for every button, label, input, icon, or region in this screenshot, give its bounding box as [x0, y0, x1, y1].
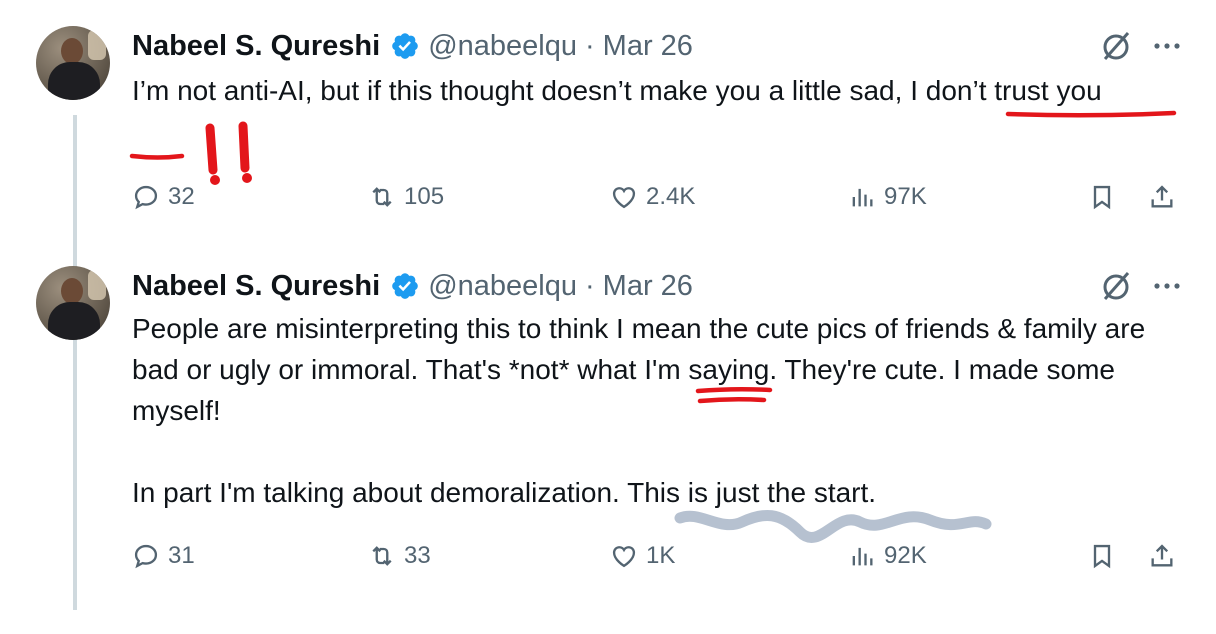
like-icon	[612, 187, 636, 209]
repost-button[interactable]: 33	[368, 536, 431, 576]
repost-icon	[372, 187, 392, 207]
tweet-2[interactable]: Nabeel S. Qureshi @nabeelqu · Mar 26 Peo…	[0, 240, 1216, 634]
tweet-actions: 32 105 2.4K 97K	[132, 177, 1182, 217]
grok-icon[interactable]	[1098, 28, 1134, 64]
avatar[interactable]	[36, 26, 110, 100]
share-icon	[1151, 185, 1173, 208]
repost-button[interactable]: 105	[368, 177, 444, 217]
like-count: 1K	[646, 542, 676, 569]
share-icon	[1151, 544, 1173, 567]
bookmark-button[interactable]	[1088, 177, 1116, 217]
tweet-actions: 31 33 1K 92K	[132, 536, 1182, 576]
verified-badge-icon	[392, 33, 419, 59]
avatar[interactable]	[36, 266, 110, 340]
tweet-text: I’m not anti-AI, but if this thought doe…	[132, 70, 1192, 111]
reply-button[interactable]: 31	[132, 536, 195, 576]
tweet-1[interactable]: Nabeel S. Qureshi @nabeelqu · Mar 26 I’m…	[0, 0, 1216, 240]
repost-count: 105	[404, 183, 445, 210]
reply-icon	[134, 185, 158, 210]
reply-icon	[134, 544, 158, 569]
more-icon[interactable]	[1152, 271, 1182, 301]
author-name[interactable]: Nabeel S. Qureshi	[132, 30, 380, 63]
like-icon	[612, 546, 636, 568]
tweet-text: People are misinterpreting this to think…	[132, 308, 1192, 513]
tweet-header: Nabeel S. Qureshi @nabeelqu · Mar 26	[132, 26, 693, 66]
tweet-date[interactable]: Mar 26	[603, 270, 693, 303]
views-count: 97K	[884, 183, 927, 210]
like-count: 2.4K	[646, 183, 696, 210]
bookmark-button[interactable]	[1088, 536, 1116, 576]
tweet-date[interactable]: Mar 26	[603, 30, 693, 63]
separator-dot: ·	[584, 269, 595, 302]
tweet-text-emphasis: I don’t trust	[910, 75, 1049, 106]
bookmark-icon	[1093, 185, 1111, 210]
tweet-top-icons	[1098, 266, 1182, 306]
author-handle[interactable]: @nabeelqu	[428, 270, 577, 303]
share-button[interactable]	[1148, 177, 1176, 217]
tweet-text-part: I’m not anti-AI, but if this thought doe…	[132, 75, 911, 106]
reply-count: 31	[168, 542, 195, 569]
more-icon[interactable]	[1152, 31, 1182, 61]
tweet-header: Nabeel S. Qureshi @nabeelqu · Mar 26	[132, 266, 693, 306]
repost-icon	[372, 546, 392, 566]
grok-icon[interactable]	[1098, 268, 1134, 304]
share-button[interactable]	[1148, 536, 1176, 576]
author-name[interactable]: Nabeel S. Qureshi	[132, 270, 380, 303]
reply-button[interactable]: 32	[132, 177, 195, 217]
tweet-text-part: In part I'm talking about demoralization…	[132, 477, 877, 508]
like-button[interactable]: 2.4K	[610, 177, 695, 217]
views-count: 92K	[884, 542, 927, 569]
reply-count: 32	[168, 183, 195, 210]
tweet-text-emphasis: you	[1056, 75, 1102, 106]
views-icon	[852, 547, 873, 566]
like-button[interactable]: 1K	[610, 536, 675, 576]
verified-badge-icon	[392, 273, 419, 299]
views-button[interactable]: 92K	[848, 536, 927, 576]
views-button[interactable]: 97K	[848, 177, 927, 217]
tweet-text-emphasis: *not*	[508, 354, 570, 385]
tweet-top-icons	[1098, 26, 1182, 66]
repost-count: 33	[404, 542, 431, 569]
separator-dot: ·	[584, 29, 595, 62]
views-icon	[852, 188, 873, 207]
author-handle[interactable]: @nabeelqu	[428, 30, 577, 63]
bookmark-icon	[1093, 544, 1111, 569]
